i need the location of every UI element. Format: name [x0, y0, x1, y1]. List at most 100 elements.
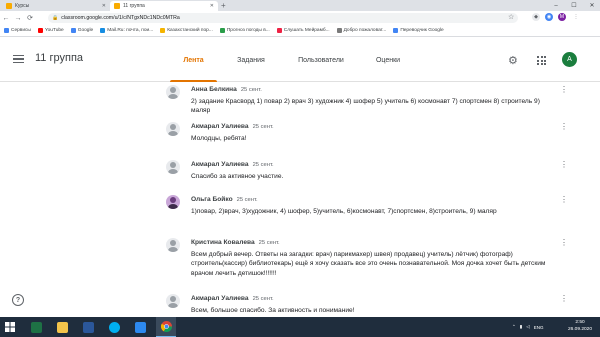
comment-header: Акмарал Уалиева 25 сент.	[191, 123, 274, 130]
address-bar-row: ← → ⟳ 🔒 classroom.google.com/u/1/c/NTgxN…	[0, 11, 600, 25]
bookmarks-bar: Сервисы YouTube Google Mail.Ru: почта, п…	[0, 25, 600, 37]
bookmark-item[interactable]: Google	[70, 28, 94, 33]
avatar[interactable]: A	[562, 52, 577, 67]
apps-icon	[4, 28, 9, 33]
comment-author: Акмарал Уалиева	[191, 295, 249, 302]
new-tab-button[interactable]: +	[221, 1, 226, 11]
app-icon	[134, 321, 146, 333]
minimize-button[interactable]: –	[548, 0, 564, 11]
tab-grades[interactable]: Оценки	[364, 38, 412, 82]
maximize-button[interactable]: ☐	[566, 0, 582, 11]
bookmark-item[interactable]: Казахстанский пор...	[160, 28, 213, 33]
word-icon	[82, 321, 94, 333]
comment-date: 25 сент.	[252, 162, 274, 168]
chrome-icon	[160, 321, 172, 332]
close-tab-icon[interactable]: ✕	[210, 3, 214, 9]
reload-icon[interactable]: ⟳	[24, 14, 36, 22]
browser-tab-courses[interactable]: Курсы ✕	[2, 1, 110, 11]
folder-icon	[56, 321, 68, 333]
comment-author: Ольга Бойко	[191, 196, 233, 203]
bookmark-item[interactable]: Добро пожаловат...	[336, 28, 387, 33]
extension-icon[interactable]: ◉	[545, 13, 553, 21]
bookmark-label: Google	[77, 28, 94, 33]
more-options-icon[interactable]: ⋮	[560, 238, 568, 247]
help-icon[interactable]: ?	[12, 294, 24, 306]
tab-stream[interactable]: Лента	[166, 38, 221, 82]
bookmark-item[interactable]: Прогноз погоды в...	[219, 28, 270, 33]
comment-header: Кристина Ковалева 25 сент.	[191, 239, 280, 246]
google-apps-icon[interactable]	[537, 56, 546, 65]
class-title[interactable]: 11 группа	[35, 52, 83, 64]
classroom-favicon-icon	[6, 3, 12, 9]
language-indicator[interactable]: ENG	[534, 325, 544, 330]
menu-icon[interactable]	[13, 55, 24, 65]
google-icon	[70, 28, 76, 33]
profile-avatar[interactable]: M	[558, 13, 566, 21]
gear-icon[interactable]: ⚙	[508, 54, 518, 67]
more-options-icon[interactable]: ⋮	[560, 85, 568, 94]
bookmark-label: Добро пожаловат...	[343, 28, 387, 33]
bookmark-label: Mail.Ru: почта, пои...	[107, 28, 154, 33]
taskbar-explorer[interactable]	[52, 317, 72, 337]
forward-icon[interactable]: →	[12, 15, 24, 22]
browser-tab-strip: Курсы ✕ 11 группа ✕ + – ☐ ✕	[0, 0, 600, 11]
more-options-icon[interactable]: ⋮	[560, 160, 568, 169]
taskbar-word[interactable]	[78, 317, 98, 337]
comment-text: Молодцы, ребята!	[191, 135, 247, 142]
browser-tab-label: Курсы	[15, 3, 30, 9]
browser-tab-label: 11 группа	[123, 3, 145, 9]
tab-classwork[interactable]: Задания	[225, 38, 277, 82]
comment-header: Акмарал Уалиева 25 сент.	[191, 161, 274, 168]
back-icon[interactable]: ←	[0, 15, 12, 22]
tab-people[interactable]: Пользователи	[283, 38, 359, 82]
bookmark-item[interactable]: YouTube	[37, 28, 64, 33]
comment-text: 1)повар, 2)врач, 3)художник, 4) шофер, 5…	[191, 208, 497, 215]
taskbar-clock[interactable]: 2:50 26.09.2020	[565, 319, 595, 333]
browser-tab-11-group[interactable]: 11 группа ✕	[110, 1, 218, 11]
bookmark-label: Слушать Мейрамб...	[283, 28, 330, 33]
taskbar: ⌃ ▮ ◁ ENG 2:50 26.09.2020	[0, 317, 600, 337]
bookmark-label: YouTube	[44, 28, 64, 33]
extension-icon[interactable]: ◆	[532, 13, 540, 21]
network-icon[interactable]: ▮	[520, 324, 522, 330]
bookmark-item[interactable]: Слушать Мейрамб...	[276, 28, 330, 33]
classroom-header: 11 группа Лента Задания Пользователи Оце…	[0, 38, 600, 82]
close-tab-icon[interactable]: ✕	[102, 3, 106, 9]
site-icon	[336, 28, 342, 33]
portal-icon	[160, 28, 166, 33]
taskbar-skype[interactable]	[104, 317, 124, 337]
more-options-icon[interactable]: ⋮	[560, 195, 568, 204]
user-avatar-icon	[166, 85, 180, 99]
bookmark-label: Переводчик Google	[400, 28, 444, 33]
volume-icon[interactable]: ◁	[526, 324, 529, 330]
comment-date: 25 сент.	[236, 197, 258, 203]
taskbar-chrome[interactable]	[156, 317, 176, 337]
star-icon[interactable]: ☆	[508, 13, 514, 21]
comment-header: Анна Белкина 25 сент.	[191, 86, 262, 93]
start-button[interactable]	[0, 317, 20, 337]
tray-up-arrow-icon[interactable]: ⌃	[512, 324, 516, 330]
lock-icon: 🔒	[52, 15, 59, 21]
user-avatar-icon	[166, 238, 180, 252]
comment-date: 25 сент.	[258, 240, 280, 246]
comment-date: 25 сент.	[240, 87, 262, 93]
taskbar-app[interactable]	[130, 317, 150, 337]
taskbar-excel[interactable]	[26, 317, 46, 337]
bookmark-item[interactable]: Mail.Ru: почта, пои...	[100, 28, 153, 33]
bookmark-item[interactable]: Сервисы	[4, 28, 31, 33]
clock-date: 26.09.2020	[567, 327, 592, 332]
comment-text: Всем добрый вечер. Ответы на загадки: вр…	[191, 251, 546, 277]
url-field[interactable]: 🔒 classroom.google.com/u/1/c/NTgxNDc1NDc…	[48, 13, 518, 23]
comment-text: Спасибо за активное участие.	[191, 173, 284, 180]
comment-header: Акмарал Уалиева 25 сент.	[191, 295, 274, 302]
comment-date: 25 сент.	[252, 124, 274, 130]
more-options-icon[interactable]: ⋮	[560, 294, 568, 303]
mail-icon	[100, 28, 106, 33]
bookmark-label: Прогноз погоды в...	[226, 28, 270, 33]
browser-menu-icon[interactable]: ⋮	[572, 13, 580, 21]
close-window-button[interactable]: ✕	[584, 0, 600, 11]
weather-icon	[219, 28, 225, 33]
user-avatar-icon	[166, 160, 180, 174]
bookmark-item[interactable]: Переводчик Google	[393, 28, 444, 33]
more-options-icon[interactable]: ⋮	[560, 122, 568, 131]
